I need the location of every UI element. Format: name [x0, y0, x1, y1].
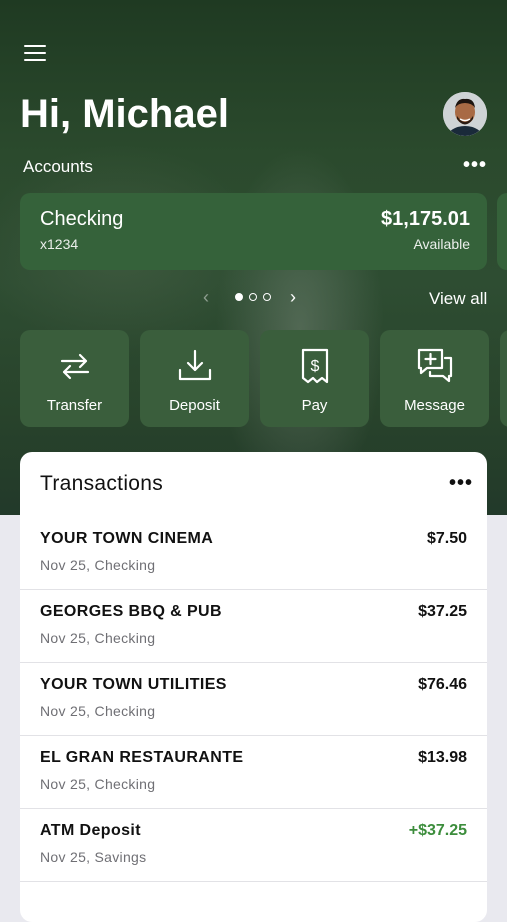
pager-dot [249, 293, 257, 301]
transaction-amount-credit: +$37.25 [408, 822, 467, 839]
accounts-more-icon[interactable]: ••• [463, 155, 487, 175]
transaction-amount: $7.50 [426, 530, 467, 547]
pay-label: Pay [301, 397, 328, 414]
transaction-amount: $76.46 [418, 676, 467, 693]
account-card-next[interactable] [497, 193, 507, 270]
transaction-detail: Nov 25, Savings [40, 849, 147, 865]
transaction-name: EL GRAN RESTAURANTE [40, 749, 244, 766]
pager-dot [263, 293, 271, 301]
transaction-name: ATM Deposit [40, 822, 141, 839]
transaction-row[interactable]: YOUR TOWN UTILITIES Nov 25, Checking $76… [20, 662, 487, 736]
account-balance: $1,175.01 [381, 208, 470, 230]
greeting-title: Hi, Michael [20, 92, 229, 136]
account-number: x1234 [40, 236, 79, 252]
deposit-label: Deposit [169, 397, 220, 414]
chevron-left-icon[interactable]: ‹ [203, 287, 209, 308]
transaction-row[interactable]: EL GRAN RESTAURANTE Nov 25, Checking $13… [20, 735, 487, 809]
hamburger-menu-icon[interactable] [24, 45, 46, 63]
transactions-card: Transactions ••• YOUR TOWN CINEMA Nov 25… [20, 452, 487, 922]
profile-photo [443, 92, 487, 136]
transfer-label: Transfer [46, 397, 103, 414]
transfer-icon [60, 353, 89, 380]
bill-icon: $ [301, 348, 328, 384]
transaction-detail: Nov 25, Checking [40, 630, 156, 646]
message-button[interactable]: Message [380, 330, 489, 427]
transactions-title: Transactions [40, 472, 164, 495]
transaction-row[interactable]: GEORGES BBQ & PUB Nov 25, Checking $37.2… [20, 589, 487, 663]
transaction-detail: Nov 25, Checking [40, 557, 156, 573]
pager-dot-active [235, 293, 243, 301]
account-balance-label: Available [413, 236, 470, 252]
svg-text:$: $ [310, 358, 319, 375]
pay-button[interactable]: $ Pay [260, 330, 369, 427]
transaction-detail: Nov 25, Checking [40, 776, 156, 792]
account-card-checking[interactable]: Checking x1234 $1,175.01 Available [20, 193, 487, 270]
deposit-button[interactable]: Deposit [140, 330, 249, 427]
chevron-right-icon[interactable]: › [290, 287, 296, 308]
transactions-more-icon[interactable]: ••• [449, 473, 473, 493]
transfer-button[interactable]: Transfer [20, 330, 129, 427]
accounts-label: Accounts [23, 157, 93, 176]
transaction-amount: $13.98 [418, 749, 467, 766]
transaction-name: YOUR TOWN CINEMA [40, 530, 214, 547]
transaction-name: GEORGES BBQ & PUB [40, 603, 222, 620]
deposit-icon [178, 349, 211, 381]
view-all-link[interactable]: View all [429, 289, 487, 309]
account-pager: ‹ › [201, 287, 311, 307]
transaction-row[interactable]: YOUR TOWN CINEMA Nov 25, Checking $7.50 [20, 516, 487, 590]
transaction-name: YOUR TOWN UTILITIES [40, 676, 227, 693]
message-icon [417, 348, 452, 383]
transaction-amount: $37.25 [418, 603, 467, 620]
avatar[interactable] [443, 92, 487, 136]
account-name: Checking [40, 208, 124, 230]
message-label: Message [404, 397, 465, 414]
transaction-detail: Nov 25, Checking [40, 703, 156, 719]
more-action-button[interactable] [500, 330, 507, 427]
transaction-row[interactable]: ATM Deposit Nov 25, Savings +$37.25 [20, 808, 487, 882]
